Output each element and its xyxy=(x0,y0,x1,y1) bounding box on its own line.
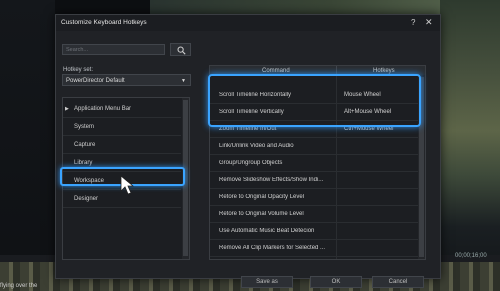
mouse-pointer-icon xyxy=(120,175,134,195)
hotkey-set-dropdown[interactable]: PowerDirector Default ▼ xyxy=(62,74,191,86)
column-header-command[interactable]: Command xyxy=(262,68,290,74)
table-row[interactable]: Retore to Original Volume Level xyxy=(210,206,418,223)
category-label: System xyxy=(74,124,95,130)
search-button[interactable] xyxy=(170,43,191,56)
command-cell: Remove Slideshow Effects/Show Indi... xyxy=(219,177,324,183)
chevron-down-icon: ▼ xyxy=(181,78,186,84)
search-input[interactable]: Search... xyxy=(62,44,165,55)
category-item-capture[interactable]: Capture xyxy=(63,137,181,154)
table-row[interactable]: Use Automatic Music Beat Detecion xyxy=(210,223,418,240)
table-row[interactable]: Link/Unlink Video and Audio xyxy=(210,138,418,155)
command-cell: Retore to Original Opacity Level xyxy=(219,194,305,200)
command-cell: Remove All Clip Markers for Selected ... xyxy=(219,245,326,251)
background-left-panel xyxy=(0,0,55,291)
category-item-application-menu-bar[interactable]: ▶ Application Menu Bar xyxy=(63,101,181,118)
cancel-button[interactable]: Cancel xyxy=(372,276,424,288)
column-header-hotkeys[interactable]: Hotkeys xyxy=(373,68,395,74)
scroll-commands-highlight xyxy=(208,74,421,127)
hotkey-set-value: PowerDirector Default xyxy=(66,77,125,84)
category-label: Library xyxy=(74,160,93,166)
table-row[interactable]: Remove All Clip Markers for Selected ... xyxy=(210,240,418,257)
command-cell: Link/Unlink Video and Audio xyxy=(219,143,294,149)
expand-arrow-icon: ▶ xyxy=(65,106,69,112)
category-label: Application Menu Bar xyxy=(74,106,132,112)
category-label: Capture xyxy=(74,142,96,148)
ok-button[interactable]: OK xyxy=(310,276,362,288)
table-row[interactable]: Group/Ungroup Objects xyxy=(210,155,418,172)
timecode: 00;00;16;00 xyxy=(455,253,487,259)
command-cell: Group/Ungroup Objects xyxy=(219,160,283,166)
hotkey-set-label: Hotkey set: xyxy=(63,67,94,73)
command-cell: Use Automatic Music Beat Detecion xyxy=(219,228,315,234)
timeline-caption: flying over the xyxy=(0,283,38,289)
command-cell: Retore to Original Volume Level xyxy=(219,211,304,217)
background-preview-image xyxy=(440,0,500,291)
table-row[interactable]: Remove Slideshow Effects/Show Indi... xyxy=(210,172,418,189)
help-button[interactable]: ? xyxy=(411,18,415,27)
save-as-button[interactable]: Save as xyxy=(241,276,293,288)
category-item-system[interactable]: System xyxy=(63,119,181,136)
category-label: Designer xyxy=(74,196,99,202)
close-button[interactable]: ✕ xyxy=(425,17,433,28)
customize-hotkeys-dialog: Customize Keyboard Hotkeys ? ✕ Search...… xyxy=(55,14,441,288)
table-row[interactable]: Retore to Original Opacity Level xyxy=(210,189,418,206)
search-icon xyxy=(177,46,186,55)
dialog-title: Customize Keyboard Hotkeys xyxy=(61,19,147,26)
dialog-titlebar: Customize Keyboard Hotkeys ? ✕ xyxy=(56,15,440,31)
